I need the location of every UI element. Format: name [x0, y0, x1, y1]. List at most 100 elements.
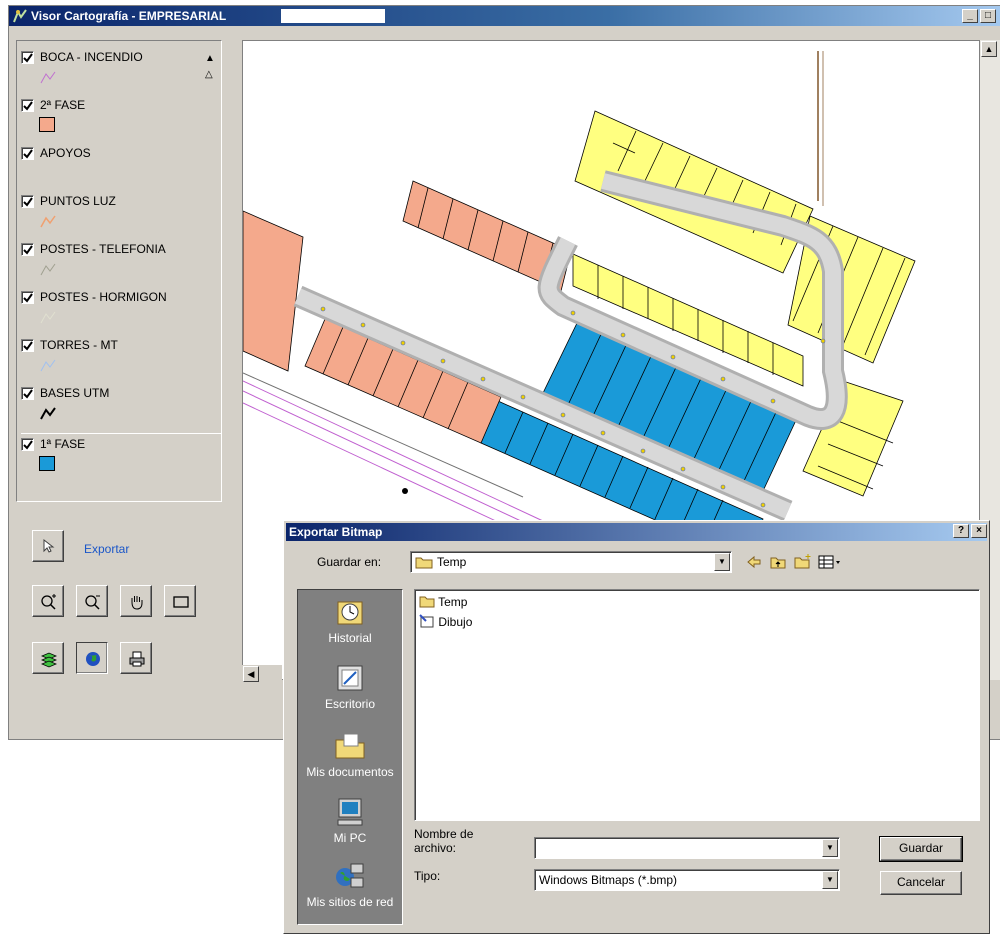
line-symbol-icon: [40, 71, 56, 84]
zoom-out-icon: [85, 595, 100, 610]
layer-item-torres-mt[interactable]: TORRES - MT: [21, 338, 221, 383]
layer-label: TORRES - MT: [40, 338, 118, 352]
check-icon: [23, 293, 33, 303]
layer-checkbox[interactable]: [21, 99, 34, 112]
dialog-title-bar: Exportar Bitmap ? ×: [286, 523, 987, 541]
line-symbol-icon: [40, 407, 56, 420]
layer-item-puntos-luz[interactable]: PUNTOS LUZ: [21, 194, 221, 239]
zoom-in-button[interactable]: [32, 585, 64, 617]
check-icon: [23, 101, 33, 111]
layer-checkbox[interactable]: [21, 339, 34, 352]
layer-item-boca-incendio[interactable]: BOCA - INCENDIO: [21, 50, 221, 95]
file-list[interactable]: Temp Dibujo: [414, 589, 980, 821]
filename-input[interactable]: ▼: [534, 837, 840, 859]
file-name: Temp: [438, 595, 468, 609]
check-icon: [23, 197, 33, 207]
filename-label-line1: Nombre de: [414, 827, 474, 841]
scroll-up-icon[interactable]: ▲: [981, 41, 997, 57]
place-escritorio[interactable]: Escritorio: [298, 662, 402, 711]
check-icon: [23, 245, 33, 255]
save-in-value: Temp: [437, 555, 467, 569]
layer-item-postes-telefonia[interactable]: POSTES - TELEFONIA: [21, 242, 221, 287]
layers-button[interactable]: [32, 642, 64, 674]
file-type-value: Windows Bitmaps (*.bmp): [539, 873, 678, 887]
window-title: Visor Cartografía - EMPRESARIAL: [31, 9, 227, 23]
app-map-icon: [13, 9, 27, 23]
place-label: Escritorio: [324, 697, 375, 711]
pan-button[interactable]: [120, 585, 152, 617]
print-button[interactable]: [120, 642, 152, 674]
globe-icon: [86, 652, 100, 666]
place-historial[interactable]: Historial: [298, 596, 402, 645]
fill-swatch: [39, 456, 55, 471]
zoom-box-button[interactable]: [164, 585, 196, 617]
type-label: Tipo:: [414, 869, 441, 883]
check-icon: [23, 53, 33, 63]
network-places-icon: [336, 863, 364, 888]
layer-checkbox[interactable]: [21, 387, 34, 400]
map-horizontal-scrollbar[interactable]: ◀: [242, 665, 282, 683]
place-label: Mi PC: [333, 831, 367, 845]
save-button[interactable]: Guardar: [879, 836, 963, 862]
back-arrow-icon[interactable]: [746, 555, 762, 569]
hand-pan-icon: [131, 596, 143, 610]
rectangle-icon: [173, 596, 189, 608]
layer-checkbox[interactable]: [21, 438, 34, 451]
layer-item-2-fase[interactable]: 2ª FASE: [21, 98, 221, 143]
view-menu-icon[interactable]: [818, 555, 842, 569]
cancel-button[interactable]: Cancelar: [880, 871, 962, 895]
title-bar: Visor Cartografía - EMPRESARIAL _ □: [9, 6, 1000, 26]
layer-checkbox[interactable]: [21, 51, 34, 64]
layer-label: BASES UTM: [40, 386, 110, 400]
save-in-dropdown[interactable]: Temp ▼: [410, 551, 732, 573]
layer-label: BOCA - INCENDIO: [40, 50, 143, 64]
title-user-field: [281, 9, 385, 23]
file-item-temp[interactable]: Temp: [419, 594, 467, 609]
check-icon: [23, 149, 33, 159]
minimize-button[interactable]: _: [962, 9, 978, 23]
fill-swatch: [39, 117, 55, 132]
select-arrow-button[interactable]: [32, 530, 64, 562]
folder-icon: [415, 557, 433, 569]
move-layer-up-icon[interactable]: ▲: [205, 53, 215, 64]
full-extent-button[interactable]: [76, 642, 108, 674]
filename-label-line2: archivo:: [414, 841, 457, 855]
zoom-out-button[interactable]: [76, 585, 108, 617]
layer-item-postes-hormigon[interactable]: POSTES - HORMIGON: [21, 290, 221, 335]
exportar-link[interactable]: Exportar: [84, 542, 129, 556]
dropdown-arrow-icon[interactable]: ▼: [822, 839, 838, 857]
save-in-label: Guardar en:: [317, 555, 382, 569]
layer-item-bases-utm[interactable]: BASES UTM: [21, 386, 221, 431]
file-item-dibujo[interactable]: Dibujo: [419, 614, 472, 629]
layer-checkbox[interactable]: [21, 147, 34, 160]
layer-checkbox[interactable]: [21, 195, 34, 208]
check-icon: [23, 440, 33, 450]
new-folder-icon[interactable]: [794, 553, 812, 569]
layer-item-1-fase[interactable]: 1ª FASE: [21, 433, 221, 481]
dropdown-arrow-icon[interactable]: ▼: [822, 871, 838, 889]
dialog-close-button[interactable]: ×: [971, 524, 987, 538]
line-symbol-icon: [40, 263, 56, 276]
place-mis-sitios-de-red[interactable]: Mis sitios de red: [298, 860, 402, 909]
scroll-left-icon[interactable]: ◀: [243, 666, 259, 682]
layer-label: PUNTOS LUZ: [40, 194, 116, 208]
maximize-button[interactable]: □: [980, 9, 996, 23]
history-icon: [337, 601, 363, 625]
check-icon: [23, 341, 33, 351]
layer-checkbox[interactable]: [21, 243, 34, 256]
dropdown-arrow-icon[interactable]: ▼: [714, 553, 730, 571]
move-layer-down-icon[interactable]: △: [205, 69, 213, 80]
up-folder-icon[interactable]: [770, 555, 786, 569]
place-label: Mis sitios de red: [306, 895, 394, 909]
pointer-icon: [43, 538, 55, 553]
layer-item-apoyos[interactable]: APOYOS: [21, 146, 221, 191]
zoom-in-icon: [41, 594, 56, 610]
place-mis-documentos[interactable]: Mis documentos: [298, 730, 402, 779]
place-mi-pc[interactable]: Mi PC: [298, 796, 402, 845]
layer-label: POSTES - TELEFONIA: [40, 242, 166, 256]
help-button[interactable]: ?: [953, 524, 969, 538]
file-type-dropdown[interactable]: Windows Bitmaps (*.bmp) ▼: [534, 869, 840, 891]
layer-legend: BOCA - INCENDIO 2ª FASE APOYOS PUNTOS LU…: [16, 40, 222, 502]
export-bitmap-dialog: Exportar Bitmap ? × Guardar en: Temp ▼ H…: [283, 520, 990, 934]
layer-checkbox[interactable]: [21, 291, 34, 304]
